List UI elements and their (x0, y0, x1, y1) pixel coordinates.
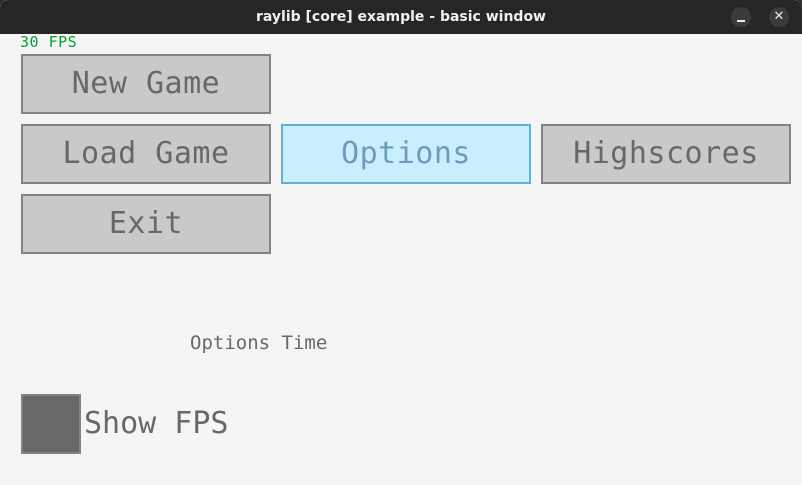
load-game-button[interactable]: Load Game (21, 124, 271, 184)
exit-button[interactable]: Exit (21, 194, 271, 254)
show-fps-checkbox[interactable] (21, 394, 81, 454)
title-bar[interactable]: raylib [core] example - basic window ✕ (0, 0, 802, 34)
close-button[interactable]: ✕ (769, 7, 789, 27)
minimize-button[interactable] (731, 7, 751, 27)
show-fps-label: Show FPS (84, 406, 229, 441)
options-button[interactable]: Options (281, 124, 531, 184)
highscores-button[interactable]: Highscores (541, 124, 791, 184)
game-canvas: 30 FPS New Game Load Game Options Highsc… (0, 34, 802, 485)
app-window: raylib [core] example - basic window ✕ 3… (0, 0, 802, 485)
close-icon: ✕ (773, 9, 785, 24)
window-title: raylib [core] example - basic window (255, 9, 546, 25)
new-game-button[interactable]: New Game (21, 54, 271, 114)
fps-counter: 30 FPS (20, 33, 78, 51)
screen-label: Options Time (190, 332, 328, 354)
minimize-icon (737, 20, 745, 22)
